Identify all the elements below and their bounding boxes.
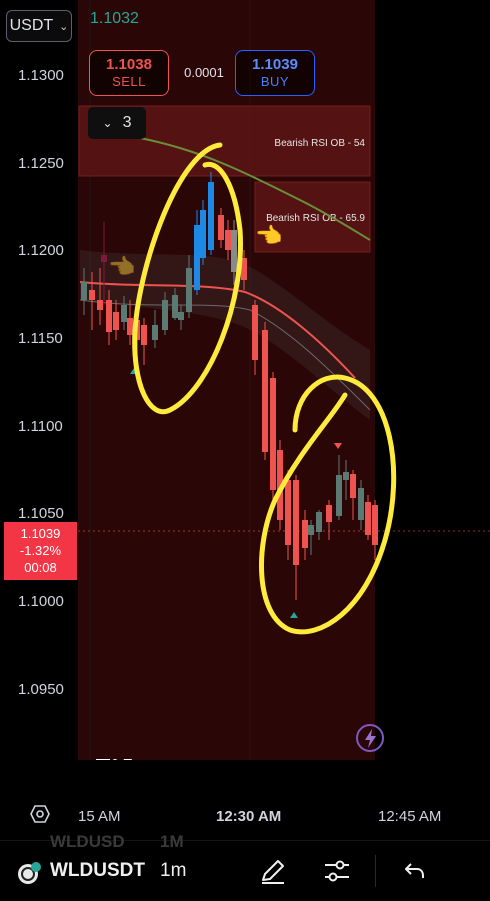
price-axis-label: 1.1200 (18, 242, 64, 259)
pencil-icon[interactable] (258, 856, 288, 886)
candle-body (326, 505, 332, 522)
spread-value: 0.0001 (184, 65, 224, 80)
candle-body (200, 210, 206, 258)
price-axis-label: 1.1150 (18, 330, 63, 347)
exchange-logo-icon (18, 862, 41, 884)
toolbar-divider (375, 855, 376, 887)
candle-body (97, 300, 103, 310)
candle-body (252, 305, 258, 360)
price-axis-label: 1.1050 (18, 505, 64, 522)
sell-label: SELL (112, 74, 146, 89)
time-label: 15 AM (78, 808, 121, 825)
candle-body (358, 488, 364, 520)
price-axis-label: 1.1000 (18, 593, 64, 610)
candle-body (262, 330, 268, 452)
candle-body (121, 305, 127, 322)
current-price: 1.1039 (20, 526, 61, 541)
price-chart[interactable]: Bearish RSI OB - 54 Bearish RSI OB - 65.… (0, 0, 490, 760)
candle-body (186, 268, 192, 312)
candle-body (178, 312, 184, 320)
candle-body (285, 480, 291, 545)
price-axis-label: 1.0950 (18, 681, 64, 698)
candle-body (350, 474, 356, 498)
price-axis: 1.1300 1.1250 1.1200 1.1150 1.1100 1.1050 1.10… (18, 67, 64, 698)
candle-body (208, 182, 214, 250)
settings-hex-icon[interactable] (30, 804, 50, 824)
bar-countdown: 00:08 (24, 560, 57, 575)
candle-body (81, 282, 87, 300)
candle-body (336, 475, 342, 516)
symbol-selector[interactable]: WLDUSDT (50, 860, 145, 882)
ghost-interval: 1M (160, 832, 184, 851)
candle-body (101, 255, 107, 262)
candle-body (194, 225, 200, 290)
candle-body (293, 480, 299, 565)
bottom-toolbar: WLDUSD 1M WLDUSDT 1m (0, 832, 490, 901)
candle-body (89, 290, 95, 300)
chevron-down-icon: ⌄ (102, 116, 113, 130)
price-axis-label: 1.1250 (18, 155, 64, 172)
currency-dropdown[interactable]: USDT ⌄ (6, 10, 72, 42)
candle-body (172, 295, 178, 318)
undo-icon[interactable] (402, 856, 428, 886)
candle-body (127, 318, 133, 335)
candle-body (343, 472, 349, 480)
last-price: 1.1032 (90, 10, 139, 27)
chevron-down-icon: ⌄ (59, 20, 69, 33)
time-axis[interactable]: 15 AM 12:30 AM 12:45 AM (0, 790, 490, 834)
candle-body (106, 300, 112, 332)
candle-body (302, 520, 308, 548)
price-axis-label: 1.1300 (18, 67, 64, 84)
zone-label-1: Bearish RSI OB - 54 (274, 138, 365, 149)
candle-body (308, 525, 314, 535)
indicator-count: 3 (122, 114, 132, 131)
interval-selector[interactable]: 1m (160, 860, 186, 882)
candle-body (231, 230, 237, 272)
buy-price: 1.1039 (252, 56, 298, 73)
candle-body (162, 300, 168, 330)
indicators-collapse-button[interactable]: ⌄ 3 (88, 107, 146, 139)
price-change: -1.32% (19, 543, 62, 558)
time-label: 12:30 AM (216, 808, 282, 825)
candle-body (225, 230, 231, 250)
candle-body (141, 325, 147, 345)
ghost-symbol: WLDUSD (50, 832, 125, 851)
price-axis-label: 1.1100 (18, 418, 63, 435)
candle-body (372, 505, 378, 545)
buy-label: BUY (260, 74, 290, 89)
sell-price: 1.1038 (106, 56, 152, 73)
currency-label: USDT (9, 17, 54, 34)
candle-body (365, 502, 371, 535)
candle-body (218, 215, 224, 240)
candle-body (316, 512, 322, 532)
candle-body (152, 325, 158, 340)
pointing-hand-icon: 👈 (255, 223, 282, 248)
buy-button[interactable]: 1.1039 BUY (235, 50, 315, 96)
time-label: 12:45 AM (378, 808, 442, 825)
sell-button[interactable]: 1.1038 SELL (89, 50, 169, 96)
sliders-icon[interactable] (322, 856, 352, 886)
candle-body (270, 378, 276, 490)
current-price-tag: 1.1039 -1.32% 00:08 (4, 522, 77, 580)
candle-body (113, 312, 119, 330)
